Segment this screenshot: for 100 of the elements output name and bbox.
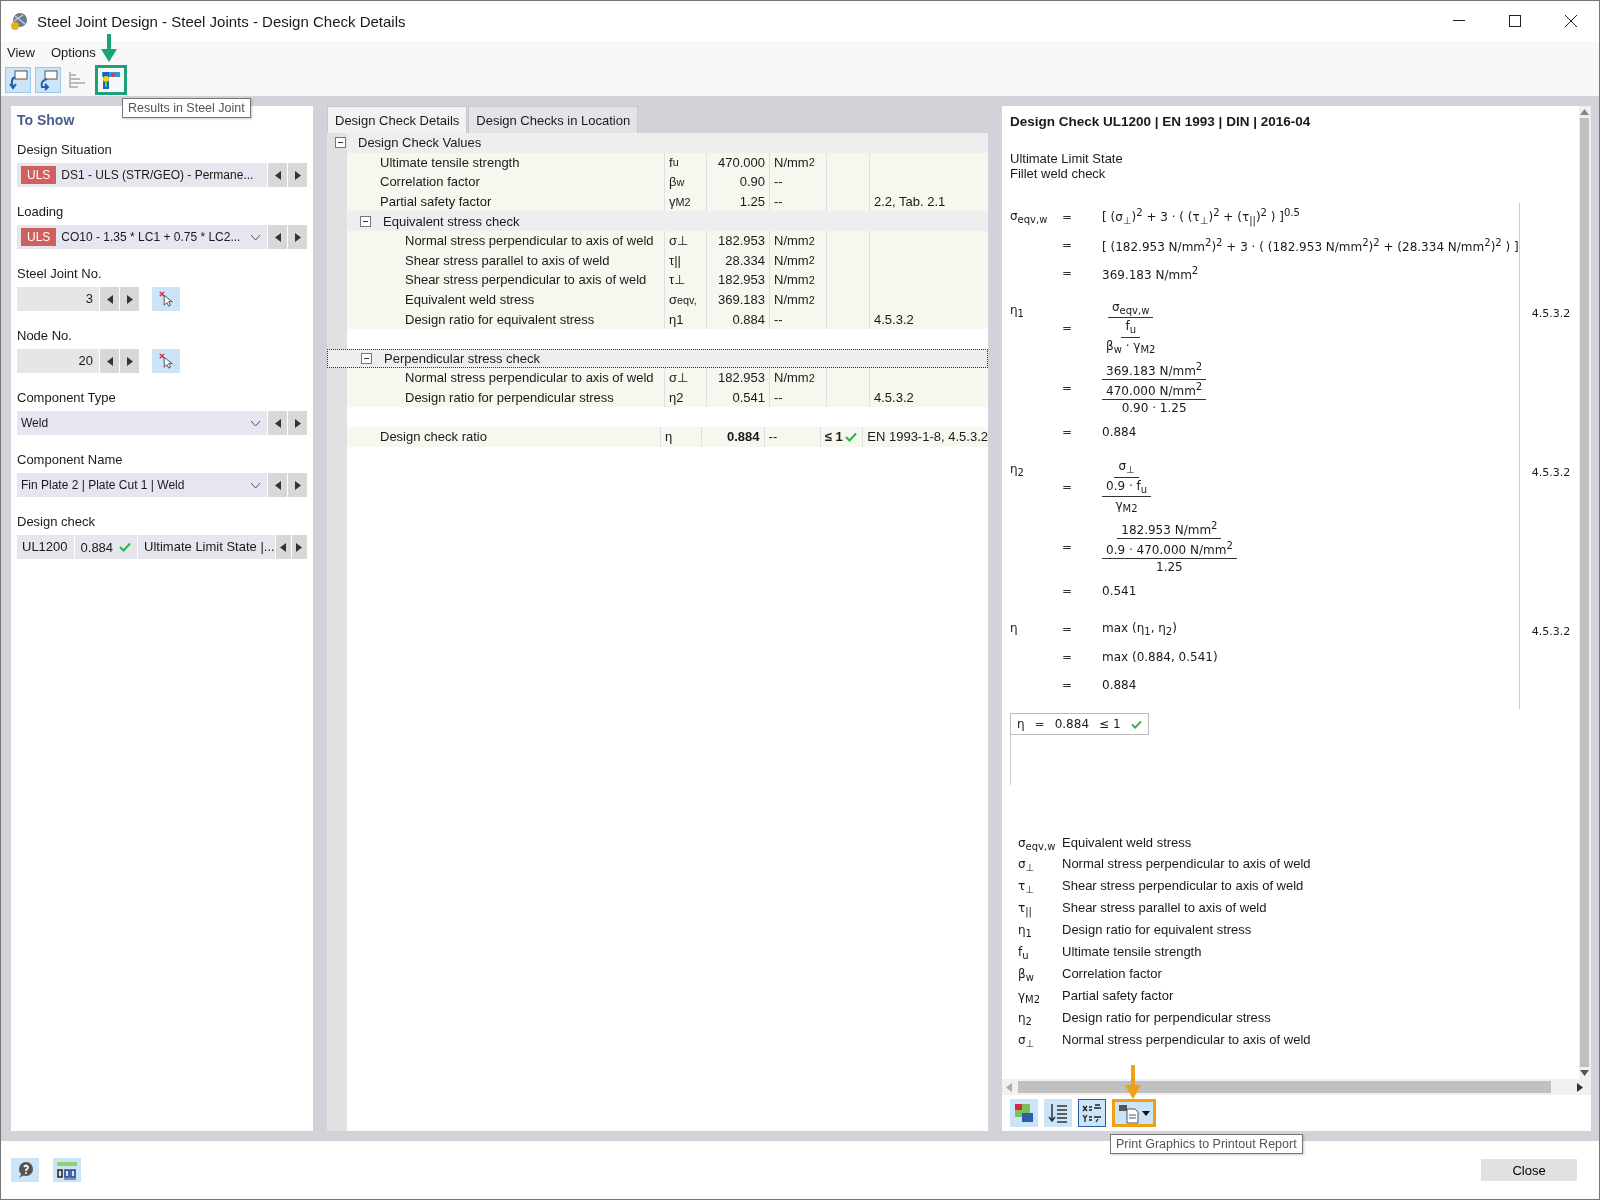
collapse-toggle[interactable] — [335, 137, 346, 149]
toolbar-button[interactable] — [1010, 1099, 1038, 1127]
ruler-number-icon — [55, 1160, 79, 1180]
number-field[interactable]: 3 — [17, 287, 99, 311]
limit-text: ≤ 1 — [1099, 717, 1121, 732]
menu-item[interactable]: View — [7, 44, 35, 60]
menu-item[interactable]: Options — [50, 44, 96, 60]
denominator: 0.90 · 1.25 — [1120, 400, 1188, 417]
legend-text: Design ratio for perpendicular stress — [1062, 1009, 1271, 1025]
chevron-icon — [250, 233, 261, 241]
tab[interactable]: Design Checks in Location — [468, 106, 639, 133]
next-button[interactable] — [288, 225, 307, 249]
panel-heading: To Show — [17, 112, 76, 128]
formula-expression: 369.183 N/mm$^{2}$ — [1102, 264, 1199, 282]
dropdown[interactable]: Fin Plate 2 | Plate Cut 1 | Weld — [17, 473, 267, 497]
numerator: σ$_{⊥}$ — [1114, 458, 1139, 478]
equals-sign: = — [1062, 622, 1074, 637]
table-cell: η1 — [665, 309, 707, 329]
formula-expression: [ (182.953 N/mm$^{2}$)$^{2}$ + 3 · ( (182.953 N/mm$^{2}$)$^{2}$ + (28.334 N/mm$^{2}$)$^{2}$ ) ] — [1102, 236, 1519, 254]
next-button[interactable] — [288, 163, 307, 187]
group-row[interactable]: Perpendicular stress check — [327, 348, 988, 369]
design-check-selector[interactable]: UL1200 0.884 Ultimate Limit State |... — [17, 535, 275, 559]
previous-button[interactable] — [268, 225, 287, 249]
table-cell: Normal stress perpendicular to axis of weld — [347, 368, 665, 388]
table-cell: τ⊥ — [665, 270, 707, 290]
horizontal-scrollbar[interactable] — [1002, 1079, 1591, 1095]
toolbar-button[interactable] — [5, 66, 31, 93]
denominator: γ$_{M2}$ — [1114, 496, 1139, 516]
collapse-toggle[interactable] — [360, 215, 371, 227]
tooltip: Results in Steel Joint — [122, 98, 251, 118]
previous-button[interactable] — [275, 535, 291, 559]
toolbar-button[interactable] — [1044, 1099, 1072, 1127]
reference-text: 4.5.3.2 — [1531, 466, 1571, 480]
down-arrow-icon — [1580, 1070, 1590, 1076]
tab[interactable]: Design Check Details — [327, 106, 468, 133]
previous-button[interactable] — [100, 349, 119, 373]
table-cell: Design check ratio — [347, 426, 661, 447]
toolbar-button[interactable] — [35, 66, 61, 93]
table-cell: -- — [770, 309, 827, 329]
print-graphics-button[interactable] — [1112, 1099, 1156, 1127]
denominator: β$_{w}$ · γ$_{M2}$ — [1105, 337, 1157, 357]
equals-sign: = — [1034, 717, 1045, 732]
dropdown[interactable]: ULS DS1 - ULS (STR/GEO) - Permane... — [17, 163, 267, 187]
previous-button[interactable] — [268, 473, 287, 497]
collapse-toggle[interactable] — [361, 352, 372, 364]
next-button[interactable] — [120, 287, 139, 311]
field-label: Node No. — [17, 328, 73, 343]
chevron-icon — [250, 481, 261, 489]
equals-sign: = — [1062, 584, 1074, 599]
left-arrow-icon — [106, 294, 113, 304]
equals-sign: = — [1062, 238, 1074, 252]
group-label: Perpendicular stress check — [384, 350, 541, 366]
table-cell: σ⊥ — [665, 368, 707, 388]
image-icon — [1013, 1102, 1035, 1124]
next-button[interactable] — [120, 349, 139, 373]
legend-symbol: f$_{u}$ — [1018, 945, 1030, 962]
help-button[interactable] — [11, 1158, 39, 1182]
number-format-button[interactable] — [53, 1158, 81, 1182]
left-arrow-icon — [274, 480, 281, 490]
previous-button[interactable] — [268, 411, 287, 435]
equation-icon — [1081, 1102, 1103, 1124]
equals-sign: = — [1062, 540, 1074, 555]
result-value: 0.884 — [1054, 717, 1090, 732]
table-cell: -- — [770, 387, 827, 408]
legend-text: Shear stress perpendicular to axis of weld — [1062, 878, 1304, 894]
vertical-scrollbar[interactable] — [1578, 106, 1591, 1079]
legend-text: Ultimate tensile strength — [1062, 944, 1202, 960]
pick-button[interactable] — [152, 287, 180, 311]
left-arrow-icon — [274, 418, 281, 428]
legend-symbol: η$_{2}$ — [1018, 1010, 1033, 1028]
right-arrow-icon — [126, 356, 133, 366]
reference-text: 4.5.3.2 — [1531, 625, 1571, 639]
toolbar-button[interactable] — [1078, 1099, 1106, 1127]
legend-text: Design ratio for equivalent stress — [1062, 922, 1252, 938]
next-button[interactable] — [288, 473, 307, 497]
formula-expression: 0.884 — [1102, 678, 1137, 693]
field-label: Component Type — [17, 390, 117, 405]
left-arrow-icon — [274, 170, 281, 180]
numerator: 369.183 N/mm$^{2}$ — [1102, 360, 1207, 381]
next-button[interactable] — [291, 535, 307, 559]
right-arrow-icon — [294, 418, 301, 428]
next-button[interactable] — [288, 411, 307, 435]
legend-text: Correlation factor — [1062, 965, 1162, 981]
close-button[interactable]: Close — [1481, 1159, 1577, 1181]
numerator: 470.000 N/mm$^{2}$ — [1102, 380, 1207, 401]
legend-symbol: γ$_{M2}$ — [1018, 988, 1042, 1006]
results-button[interactable] — [95, 64, 127, 95]
table-cell: Shear stress perpendicular to axis of weld — [347, 270, 665, 290]
dropdown[interactable]: ULS CO10 - 1.35 * LC1 + 0.75 * LC2... — [17, 225, 267, 249]
group-row[interactable]: Equivalent stress check — [347, 211, 988, 231]
previous-button[interactable] — [100, 287, 119, 311]
table-cell: Correlation factor — [347, 172, 665, 192]
numerator: 0.9 · f$_{u}$ — [1102, 477, 1152, 497]
right-arrow-icon — [1577, 1082, 1583, 1092]
previous-button[interactable] — [268, 163, 287, 187]
pick-button[interactable] — [152, 349, 180, 373]
number-field[interactable]: 20 — [17, 349, 99, 373]
legend-text: Equivalent weld stress — [1062, 834, 1192, 850]
limit-text: ≤ 1 — [824, 429, 843, 445]
dropdown[interactable]: Weld — [17, 411, 267, 435]
